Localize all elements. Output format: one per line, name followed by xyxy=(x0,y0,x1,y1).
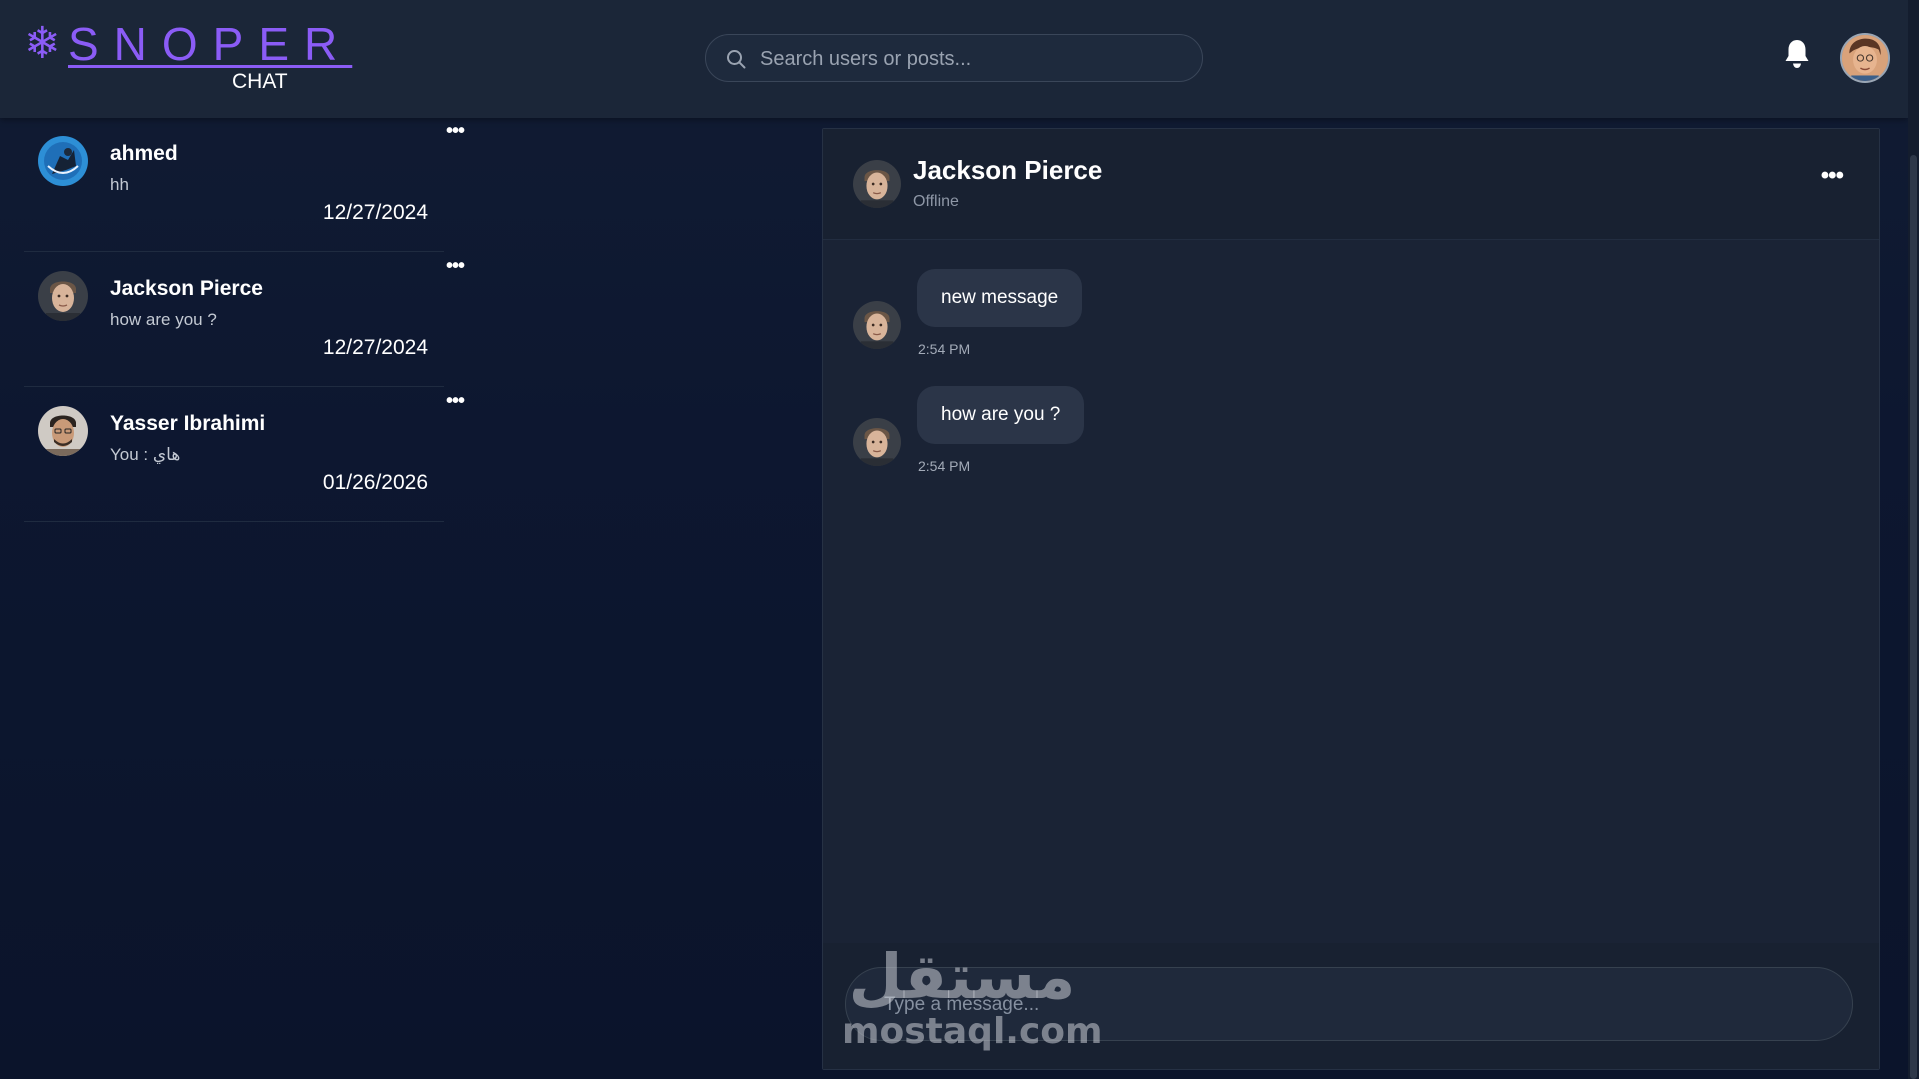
snowflake-icon: ❄ xyxy=(24,19,61,68)
contact-avatar[interactable] xyxy=(853,160,901,208)
brand-subtitle: CHAT xyxy=(232,70,288,93)
conversation-date: 12/27/2024 xyxy=(322,336,428,359)
brand-name: SNOPER xyxy=(68,18,353,70)
message-time: 2:54 PM xyxy=(918,341,971,357)
conversation-item[interactable]: ahmed hh 12/27/2024 ••• xyxy=(24,118,465,252)
top-bar: ❄ SNOPER CHAT xyxy=(0,0,1908,118)
conversation-name: Jackson Pierce xyxy=(110,277,263,300)
user-avatar[interactable] xyxy=(1840,33,1890,83)
app-logo[interactable]: ❄ SNOPER CHAT xyxy=(24,18,337,98)
scrollbar-thumb[interactable] xyxy=(1910,155,1917,1079)
message-bubble[interactable]: new message xyxy=(917,269,1083,327)
avatar xyxy=(38,271,88,321)
user-avatar-image xyxy=(1842,35,1888,81)
message-avatar xyxy=(853,418,901,466)
bell-icon[interactable] xyxy=(1783,38,1811,70)
conversation-date: 01/26/2026 xyxy=(322,471,428,494)
conversation-name: Yasser Ibrahimi xyxy=(110,412,266,435)
message-avatar xyxy=(853,301,901,349)
conversation-date: 12/27/2024 xyxy=(322,201,428,224)
contact-name: Jackson Pierce xyxy=(913,155,1103,185)
contact-status: Offline xyxy=(913,193,959,210)
conversation-item[interactable]: Jackson Pierce how are you ? 12/27/2024 … xyxy=(24,253,465,387)
conversation-item[interactable]: Yasser Ibrahimi You : هاي 01/26/2026 ••• xyxy=(24,388,465,522)
chat-more-options-icon[interactable]: ••• xyxy=(1821,164,1844,188)
conversation-preview: You : هاي xyxy=(110,445,181,464)
more-options-icon[interactable]: ••• xyxy=(446,391,465,411)
conversation-preview: hh xyxy=(110,175,129,194)
chat-header: Jackson Pierce Offline ••• xyxy=(823,129,1879,240)
message-input[interactable] xyxy=(882,968,1826,1042)
conversation-name: ahmed xyxy=(110,142,178,165)
composer-area xyxy=(823,943,1879,1069)
avatar xyxy=(38,406,88,456)
more-options-icon[interactable]: ••• xyxy=(446,256,465,276)
avatar xyxy=(38,136,88,186)
message-composer[interactable] xyxy=(845,967,1853,1042)
conversation-preview: how are you ? xyxy=(110,310,217,329)
search-input[interactable] xyxy=(758,35,1192,83)
search-icon xyxy=(727,50,746,69)
search-bar[interactable] xyxy=(705,34,1203,83)
chat-panel: Jackson Pierce Offline ••• new message 2… xyxy=(822,128,1880,1070)
conversation-list: ahmed hh 12/27/2024 ••• Jackson Pierce h… xyxy=(24,118,465,523)
message-bubble[interactable]: how are you ? xyxy=(917,386,1085,444)
message-time: 2:54 PM xyxy=(918,458,971,474)
more-options-icon[interactable]: ••• xyxy=(446,121,465,141)
